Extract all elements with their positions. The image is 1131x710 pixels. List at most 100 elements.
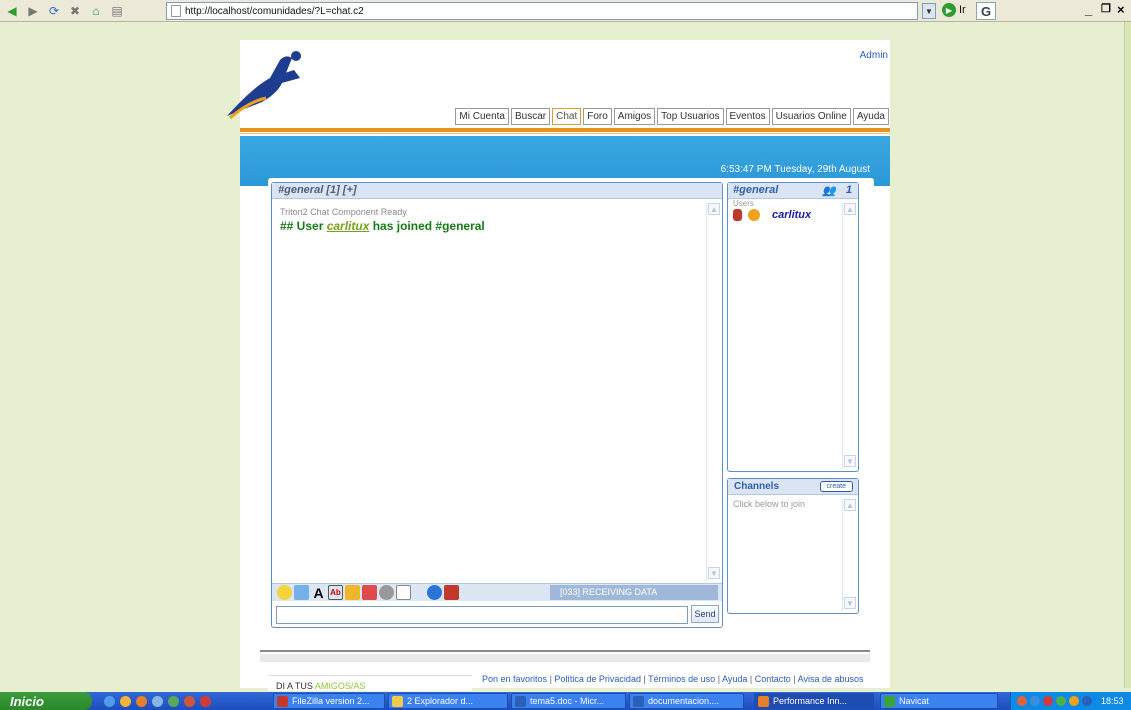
footer-divider: [260, 650, 870, 652]
firefox-icon[interactable]: [136, 695, 147, 707]
tab-top-usuarios[interactable]: Top Usuarios: [657, 108, 724, 125]
footer-link-privacidad[interactable]: Política de Privacidad: [554, 674, 641, 684]
tab-eventos[interactable]: Eventos: [725, 108, 770, 125]
refresh-icon[interactable]: ⟳: [46, 3, 62, 19]
task-navicat[interactable]: Navicat: [880, 693, 998, 709]
user-row[interactable]: carlitux: [728, 209, 858, 221]
task-word-documentacion[interactable]: documentacion....: [629, 693, 744, 709]
tray-icon[interactable]: [1030, 696, 1040, 706]
google-toolbar-button[interactable]: G: [976, 2, 996, 20]
stop-icon[interactable]: ✖: [67, 3, 83, 19]
task-explorer[interactable]: 2 Explorador d...: [388, 693, 508, 709]
window-left-border: [0, 22, 7, 688]
taskbar: Inicio FileZilla version 2... 2 Explorad…: [0, 692, 1131, 710]
sound-icon[interactable]: [379, 585, 394, 600]
join-user-link[interactable]: carlitux: [327, 219, 370, 233]
users-scrollbar[interactable]: ▲ ▼: [842, 203, 856, 469]
task-filezilla[interactable]: FileZilla version 2...: [273, 693, 385, 709]
page-icon: [171, 5, 181, 17]
tab-foro[interactable]: Foro: [583, 108, 612, 125]
tab-chat[interactable]: Chat: [552, 108, 582, 125]
admin-link[interactable]: Admin: [860, 50, 888, 61]
scroll-up-icon[interactable]: ▲: [708, 203, 720, 215]
forward-icon[interactable]: ▶: [25, 3, 41, 19]
users-count: 1: [845, 184, 852, 196]
app-icon[interactable]: [184, 695, 195, 707]
address-bar[interactable]: http://localhost/comunidades/?L=chat.c2: [166, 2, 918, 20]
restore-icon[interactable]: ❐: [1101, 2, 1111, 15]
channels-header: Channels create: [728, 479, 858, 495]
footer-link-ayuda[interactable]: Ayuda: [722, 674, 747, 684]
footer-link-terminos[interactable]: Términos de uso: [648, 674, 715, 684]
channels-title: Channels: [734, 481, 780, 492]
tab-mi-cuenta[interactable]: Mi Cuenta: [455, 108, 509, 125]
invite-friends-box[interactable]: DI A TUS AMIGOS/AS: [268, 675, 472, 691]
tab-ayuda[interactable]: Ayuda: [852, 108, 889, 125]
user-avatar-icon: [748, 209, 760, 221]
chat-panel: #general [1] [+] Triton2 Chat Component …: [271, 182, 723, 628]
channels-scrollbar[interactable]: ▲ ▼: [842, 499, 856, 611]
minimize-icon[interactable]: _: [1085, 2, 1092, 17]
desktop-icon[interactable]: [152, 695, 163, 707]
go-label: Ir: [959, 4, 966, 16]
task-label: 2 Explorador d...: [407, 696, 474, 706]
messenger-icon[interactable]: [168, 695, 179, 707]
task-label: Navicat: [899, 696, 930, 706]
tab-buscar[interactable]: Buscar: [510, 108, 551, 125]
clear-icon[interactable]: [396, 585, 411, 600]
scroll-down-icon[interactable]: ▼: [844, 597, 856, 609]
text-style-icon[interactable]: Ab: [328, 585, 343, 600]
close-icon[interactable]: ×: [1117, 2, 1125, 17]
join-message: ## User carlitux has joined #general: [280, 219, 696, 233]
footer-link-favoritos[interactable]: Pon en favoritos: [482, 674, 547, 684]
scroll-down-icon[interactable]: ▼: [708, 567, 720, 579]
header-divider: [240, 128, 890, 132]
footer-link-abusos[interactable]: Avisa de abusos: [798, 674, 864, 684]
task-browser[interactable]: Performance Inn...: [754, 693, 874, 709]
scroll-up-icon[interactable]: ▲: [844, 499, 856, 511]
tray-icon[interactable]: [1017, 696, 1027, 706]
user-name[interactable]: carlitux: [772, 209, 811, 221]
highlight-icon[interactable]: [362, 585, 377, 600]
system-message: Triton2 Chat Component Ready: [280, 207, 407, 217]
scroll-down-icon[interactable]: ▼: [844, 455, 856, 467]
start-label: Inicio: [10, 693, 44, 709]
tray-icon[interactable]: [1069, 696, 1079, 706]
users-channel-name: #general: [733, 184, 779, 196]
message-input[interactable]: [276, 606, 688, 624]
tab-usuarios-online[interactable]: Usuarios Online: [771, 108, 851, 125]
ie-icon[interactable]: [104, 695, 115, 707]
header-divider-thin: [240, 133, 890, 134]
footer-link-contacto[interactable]: Contacto: [755, 674, 791, 684]
chat-tab-title[interactable]: #general [1] [+]: [272, 183, 722, 199]
start-button[interactable]: Inicio: [0, 692, 92, 710]
print-icon[interactable]: ▤: [109, 3, 125, 19]
image-icon[interactable]: [294, 585, 309, 600]
folder-icon[interactable]: [120, 695, 131, 707]
opera-icon[interactable]: [200, 695, 211, 707]
home-icon[interactable]: ⌂: [88, 3, 104, 19]
scroll-up-icon[interactable]: ▲: [844, 203, 856, 215]
address-dropdown-icon[interactable]: ▼: [922, 3, 936, 19]
page-scrollbar[interactable]: [1124, 22, 1131, 688]
chat-scrollbar[interactable]: ▲ ▼: [706, 203, 720, 581]
font-icon[interactable]: A: [311, 585, 326, 601]
tray-icon[interactable]: [1082, 696, 1092, 706]
footer-band: [260, 654, 870, 662]
tab-amigos[interactable]: Amigos: [613, 108, 656, 125]
create-channel-button[interactable]: create: [819, 481, 853, 492]
invite-highlight: AMIGOS/AS: [314, 681, 366, 691]
go-button[interactable]: ▶ Ir: [942, 3, 966, 17]
tray-icon[interactable]: [1043, 696, 1053, 706]
disconnect-icon[interactable]: [444, 585, 459, 600]
go-arrow-icon: ▶: [942, 3, 956, 17]
refresh-chat-icon[interactable]: [427, 585, 442, 600]
tray-icon[interactable]: [1056, 696, 1066, 706]
color-palette-icon[interactable]: [345, 585, 360, 600]
runner-logo: [227, 51, 301, 120]
send-button[interactable]: Send: [691, 605, 719, 623]
smiley-icon[interactable]: [277, 585, 292, 600]
task-word-tema5[interactable]: tema5.doc - Micr...: [511, 693, 626, 709]
task-label: tema5.doc - Micr...: [530, 696, 605, 706]
back-icon[interactable]: ◀: [4, 3, 20, 19]
